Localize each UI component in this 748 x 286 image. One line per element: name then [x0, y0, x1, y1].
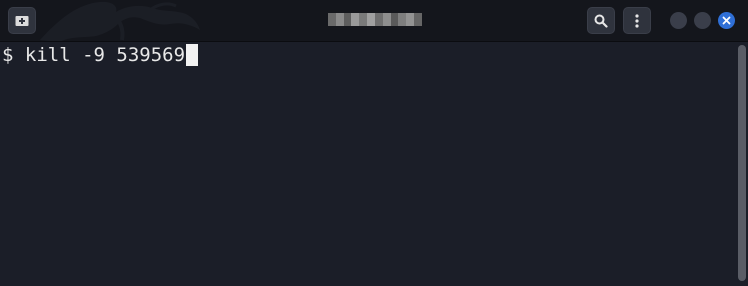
terminal-window: $ kill -9 539569 — [0, 0, 748, 286]
new-tab-icon — [15, 15, 29, 26]
terminal-output[interactable]: $ kill -9 539569 — [0, 42, 736, 286]
menu-button[interactable] — [623, 7, 651, 34]
window-title-redacted — [328, 13, 422, 26]
close-icon — [722, 16, 731, 25]
command-line: $ kill -9 539569 — [2, 43, 199, 67]
close-button[interactable] — [718, 12, 735, 29]
text-cursor — [186, 44, 199, 66]
dragon-watermark-icon — [40, 1, 200, 41]
scrollbar[interactable] — [738, 45, 746, 281]
titlebar[interactable] — [0, 0, 748, 42]
search-button[interactable] — [587, 7, 615, 34]
vertical-dots-menu-icon — [635, 13, 639, 28]
command-text: kill -9 539569 — [24, 44, 186, 66]
minimize-button[interactable] — [670, 12, 687, 29]
maximize-button[interactable] — [694, 12, 711, 29]
search-icon — [594, 14, 608, 28]
new-tab-button[interactable] — [8, 7, 36, 34]
shell-prompt: $ — [2, 44, 25, 66]
